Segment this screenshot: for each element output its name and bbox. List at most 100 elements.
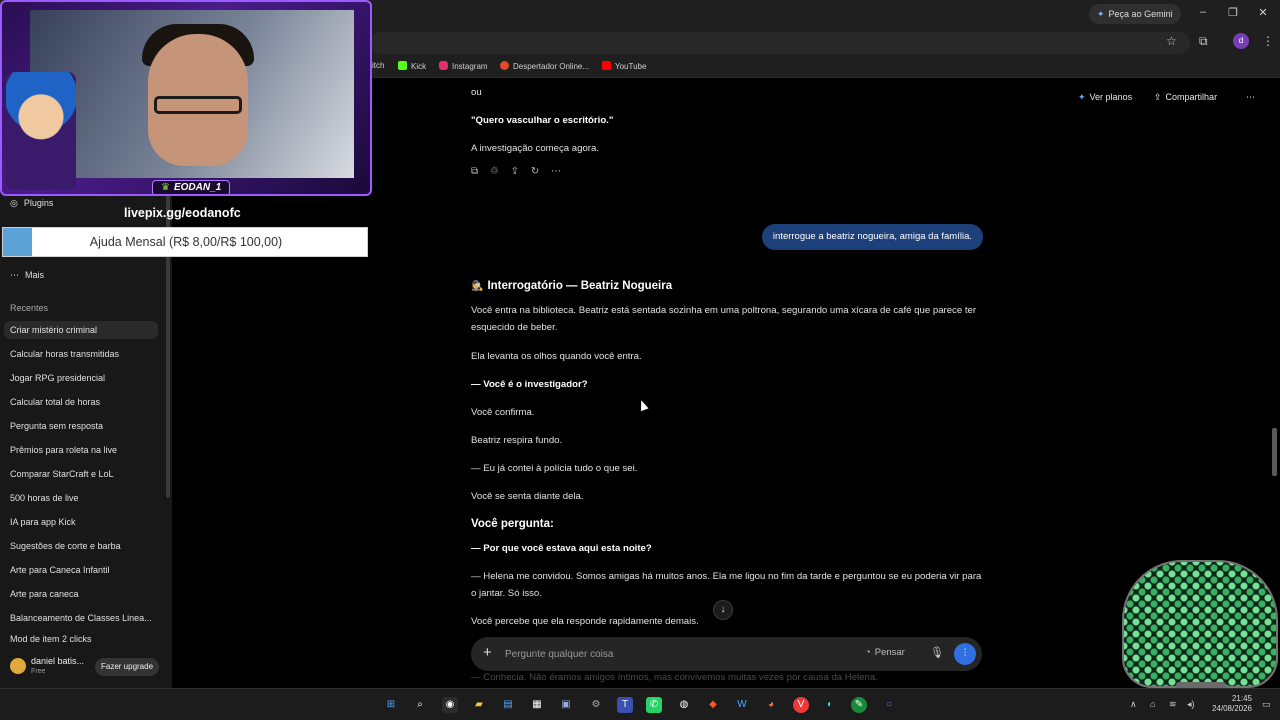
- tray-network-icon[interactable]: ⌂: [1150, 699, 1155, 709]
- address-bar[interactable]: [370, 32, 1190, 54]
- extensions-icon[interactable]: ⧉: [1199, 34, 1208, 49]
- app-icon[interactable]: ✎: [851, 697, 867, 713]
- assistant-text: Você se senta diante dela.: [471, 491, 584, 502]
- tray-chevron-icon[interactable]: ∧: [1130, 699, 1137, 710]
- browser-menu-icon[interactable]: ⋮: [1262, 34, 1274, 48]
- recent-chat-item[interactable]: Balanceamento de Classes Linea...: [10, 609, 158, 627]
- regenerate-icon[interactable]: ↻: [531, 166, 539, 177]
- firefox-icon[interactable]: ◕: [763, 697, 779, 713]
- see-plans-button[interactable]: ✦ Ver planos: [1078, 92, 1132, 103]
- lightbulb-icon: ◔: [865, 647, 871, 658]
- recent-chat-item[interactable]: 500 horas de live: [10, 489, 158, 507]
- copy-icon[interactable]: ⧉: [471, 166, 478, 177]
- recent-chat-item[interactable]: Prêmios para roleta na live: [10, 441, 158, 459]
- recent-chat-item[interactable]: Arte para caneca: [10, 585, 158, 603]
- assistant-bold-text: — Por que você estava aqui esta noite?: [471, 543, 652, 554]
- sparkle-icon: ✦: [1078, 92, 1086, 102]
- opera-icon[interactable]: ○: [881, 697, 897, 713]
- webcam-overlay: ♛ EODAN_1: [0, 0, 372, 196]
- start-button[interactable]: ⊞: [383, 697, 399, 713]
- calculator-icon[interactable]: ▦: [529, 697, 545, 713]
- youtube-icon: [602, 61, 611, 70]
- recent-chat-item[interactable]: Calcular total de horas: [10, 393, 158, 411]
- store-icon[interactable]: ▤: [500, 697, 516, 713]
- recent-chat-item[interactable]: Calcular horas transmitidas: [10, 345, 158, 363]
- scroll-to-bottom-button[interactable]: ↓: [713, 600, 733, 620]
- share-message-icon[interactable]: ⇪: [511, 166, 519, 177]
- recent-chat-item[interactable]: IA para app Kick: [10, 513, 158, 531]
- notifications-icon[interactable]: ▭: [1262, 699, 1271, 710]
- bookmark-twitch[interactable]: itch: [372, 61, 384, 70]
- recent-chat-item[interactable]: Comparar StarCraft e LoL: [10, 465, 158, 483]
- settings-icon[interactable]: ⚙: [588, 697, 604, 713]
- more-options-icon[interactable]: ⋯: [551, 166, 561, 177]
- feedback-icon[interactable]: ♲: [490, 166, 499, 177]
- brave-icon[interactable]: ◆: [705, 697, 721, 713]
- upgrade-button[interactable]: Fazer upgrade: [95, 658, 160, 676]
- vivaldi-icon[interactable]: V: [793, 697, 809, 713]
- assistant-bold-text: "Quero vasculhar o escritório.": [471, 115, 614, 126]
- assistant-text-faded: — Conhecia. Não éramos amigos íntimos, m…: [471, 672, 878, 683]
- bookmark-instagram[interactable]: Instagram: [439, 61, 488, 71]
- bookmark-label: Kick: [411, 62, 427, 71]
- tray-wifi-icon[interactable]: ≋: [1169, 699, 1177, 710]
- obs-icon[interactable]: ◍: [676, 697, 692, 713]
- prompt-input[interactable]: [505, 645, 825, 663]
- prompt-composer: + ◔Pensar 🎙 ⫶: [471, 637, 982, 671]
- add-attachment-icon[interactable]: +: [483, 644, 492, 661]
- assistant-text: — Você é o investigador?: [471, 376, 983, 393]
- microphone-icon[interactable]: 🎙: [930, 646, 944, 659]
- bookmark-star-icon[interactable]: ☆: [1166, 34, 1177, 48]
- recent-chat-item[interactable]: Pergunta sem resposta: [10, 417, 158, 435]
- share-button[interactable]: ⇪ Compartilhar: [1154, 92, 1217, 103]
- account-row[interactable]: daniel batis... Free Fazer upgrade: [0, 648, 172, 688]
- bookmark-label: Instagram: [452, 62, 488, 71]
- whatsapp-icon[interactable]: ✆: [646, 697, 662, 713]
- user-avatar[interactable]: [10, 658, 26, 674]
- bookmark-despertador[interactable]: Despertador Online...: [500, 61, 589, 71]
- teams-icon[interactable]: T: [617, 697, 633, 713]
- screen: ✦ Peça ao Gemini – ❐ ✕ ☆ ⧉ d ⋮ itch Kick …: [0, 0, 1280, 720]
- bookmark-label: Despertador Online...: [513, 62, 590, 71]
- photos-icon[interactable]: ▣: [558, 697, 574, 713]
- think-toggle[interactable]: ◔ Pensar: [865, 647, 905, 658]
- sidebar-item-more[interactable]: ⋯ Mais: [10, 270, 44, 281]
- streamer-glasses: [154, 96, 242, 114]
- streaming-app-icon[interactable]: W: [734, 697, 750, 713]
- voice-mode-button[interactable]: ⫶: [954, 643, 976, 665]
- sidebar-item-plugins[interactable]: ◎ Plugins: [10, 198, 53, 209]
- kick-icon: [398, 61, 407, 70]
- response-heading: 🕵️ Interrogatório — Beatriz Nogueira: [471, 280, 672, 292]
- system-clock[interactable]: 21:45 24/08/2026: [1208, 694, 1252, 714]
- chrome-taskbar-icon[interactable]: ◉: [442, 697, 458, 713]
- bookmark-youtube[interactable]: YouTube: [602, 61, 646, 71]
- ask-gemini-button[interactable]: ✦ Peça ao Gemini: [1089, 4, 1181, 24]
- close-window-button[interactable]: ✕: [1256, 6, 1270, 19]
- edge-icon[interactable]: ◐: [822, 697, 838, 713]
- recent-chat-item[interactable]: Mod de item 2 clicks: [10, 633, 158, 645]
- detective-icon: 🕵️: [471, 281, 484, 292]
- cartoon-avatar: [6, 72, 76, 190]
- tray-volume-icon[interactable]: ◂): [1187, 699, 1195, 710]
- minimize-window-button[interactable]: –: [1196, 6, 1210, 18]
- chat-scrollbar[interactable]: [1272, 428, 1277, 476]
- assistant-text: Ela levanta os olhos quando você entra.: [471, 351, 642, 362]
- bookmark-kick[interactable]: Kick: [398, 61, 426, 71]
- maximize-window-button[interactable]: ❐: [1226, 6, 1240, 19]
- assistant-text: — Helena me convidou. Somos amigas há mu…: [471, 571, 982, 599]
- search-icon[interactable]: ⌕: [412, 697, 428, 713]
- assistant-text: Você confirma.: [471, 407, 535, 418]
- response-subheading: Você pergunta:: [471, 518, 554, 530]
- assistant-text: Beatriz respira fundo.: [471, 435, 563, 446]
- profile-avatar[interactable]: d: [1233, 33, 1249, 49]
- recent-chat-item[interactable]: Sugestões de corte e barba: [10, 537, 158, 555]
- recent-chat-item[interactable]: Criar mistério criminal: [4, 321, 158, 339]
- recent-chat-item[interactable]: Arte para Caneca Infantil: [10, 561, 158, 579]
- assistant-text: "Quero vasculhar o escritório.": [471, 112, 983, 129]
- file-explorer-icon[interactable]: ▰: [471, 697, 487, 713]
- webcam-feed: [30, 10, 354, 178]
- plugins-label: Plugins: [23, 198, 54, 208]
- conversation-options-icon[interactable]: ⋯: [1246, 92, 1255, 103]
- recent-chat-item[interactable]: Jogar RPG presidencial: [10, 369, 158, 387]
- more-label: Mais: [25, 270, 45, 280]
